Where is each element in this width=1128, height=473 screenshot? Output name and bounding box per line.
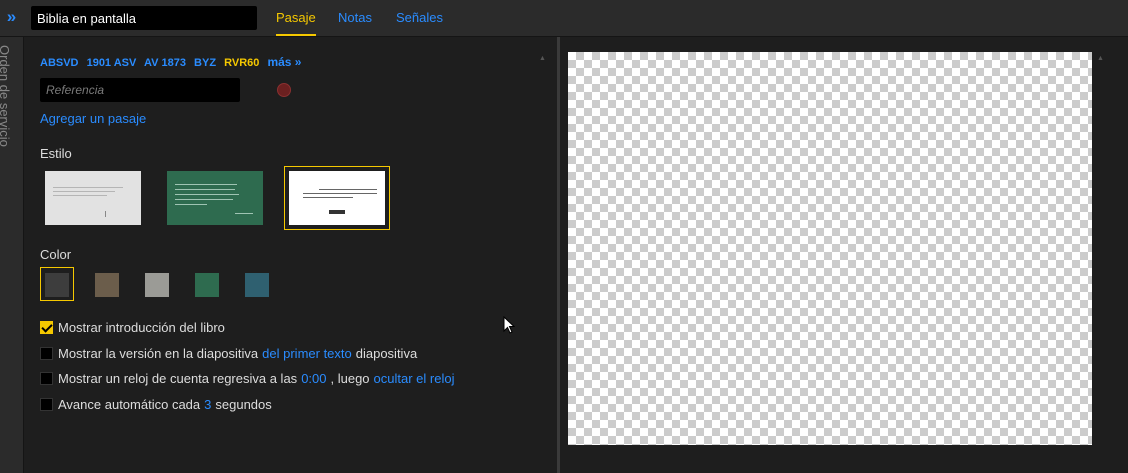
option-show-version: Mostrar la versión en la diapositiva del… <box>40 346 417 361</box>
scroll-up-icon[interactable]: ▲ <box>1097 55 1104 62</box>
mouse-cursor-icon <box>503 316 515 334</box>
version-byz[interactable]: BYZ <box>194 57 216 69</box>
auto-advance-suffix: segundos <box>215 397 272 412</box>
book-intro-label: Mostrar introducción del libro <box>58 320 225 335</box>
expand-panel-icon[interactable]: » <box>0 0 23 36</box>
auto-advance-label: Avance automático cada <box>58 397 201 412</box>
more-versions-link[interactable]: más » <box>267 55 301 69</box>
countdown-label: Mostrar un reloj de cuenta regresiva a l… <box>58 371 298 386</box>
version-rvr60[interactable]: RVR60 <box>224 57 259 69</box>
countdown-checkbox[interactable] <box>40 372 53 385</box>
style-thumbnail-selected-frame[interactable] <box>284 166 390 230</box>
preview-panel: ▲ <box>560 37 1128 473</box>
title-input[interactable] <box>31 6 257 30</box>
option-countdown: Mostrar un reloj de cuenta regresiva a l… <box>40 371 458 386</box>
service-order-sidebar: Orden de servicio <box>0 37 24 473</box>
countdown-time-link[interactable]: 0:00 <box>301 371 326 386</box>
color-swatch-green[interactable] <box>195 273 219 297</box>
countdown-middle: , luego <box>330 371 370 386</box>
version-position-link[interactable]: del primer texto <box>262 346 352 361</box>
style-thumbnail-light[interactable] <box>45 171 141 225</box>
show-version-label: Mostrar la versión en la diapositiva <box>58 346 259 361</box>
passage-panel: ▲ ABSVD 1901 ASV AV 1873 BYZ RVR60 más »… <box>24 37 557 473</box>
version-1901-asv[interactable]: 1901 ASV <box>87 57 137 69</box>
reference-input[interactable] <box>40 78 240 102</box>
add-passage-link[interactable]: Agregar un pasaje <box>40 111 146 126</box>
version-absvd[interactable]: ABSVD <box>40 57 79 69</box>
version-av-1873[interactable]: AV 1873 <box>144 57 186 69</box>
version-list: ABSVD 1901 ASV AV 1873 BYZ RVR60 más » <box>40 55 301 69</box>
color-swatch-brown[interactable] <box>95 273 119 297</box>
color-swatch-teal[interactable] <box>245 273 269 297</box>
style-thumbnail-white[interactable] <box>289 171 385 225</box>
auto-advance-seconds-link[interactable]: 3 <box>204 397 211 412</box>
option-book-intro: Mostrar introducción del libro <box>40 320 225 335</box>
color-swatch-gray[interactable] <box>145 273 169 297</box>
show-version-suffix: diapositiva <box>355 346 418 361</box>
show-version-checkbox[interactable] <box>40 347 53 360</box>
book-intro-checkbox[interactable] <box>40 321 53 334</box>
record-icon[interactable] <box>277 83 291 97</box>
color-swatch-dark-gray[interactable] <box>45 273 69 297</box>
tab-pasaje[interactable]: Pasaje <box>276 0 316 36</box>
hide-clock-link[interactable]: ocultar el reloj <box>374 371 455 386</box>
tab-notas[interactable]: Notas <box>338 0 372 36</box>
scroll-up-icon[interactable]: ▲ <box>539 55 546 62</box>
slide-preview <box>568 52 1092 445</box>
style-thumbnail-green[interactable] <box>167 171 263 225</box>
auto-advance-checkbox[interactable] <box>40 398 53 411</box>
tab-senales[interactable]: Señales <box>396 0 443 36</box>
option-auto-advance: Avance automático cada 3 segundos <box>40 397 272 412</box>
top-bar: » Pasaje Notas Señales <box>0 0 1128 37</box>
style-label: Estilo <box>40 146 72 161</box>
color-label: Color <box>40 247 72 262</box>
service-order-label[interactable]: Orden de servicio <box>0 45 12 147</box>
